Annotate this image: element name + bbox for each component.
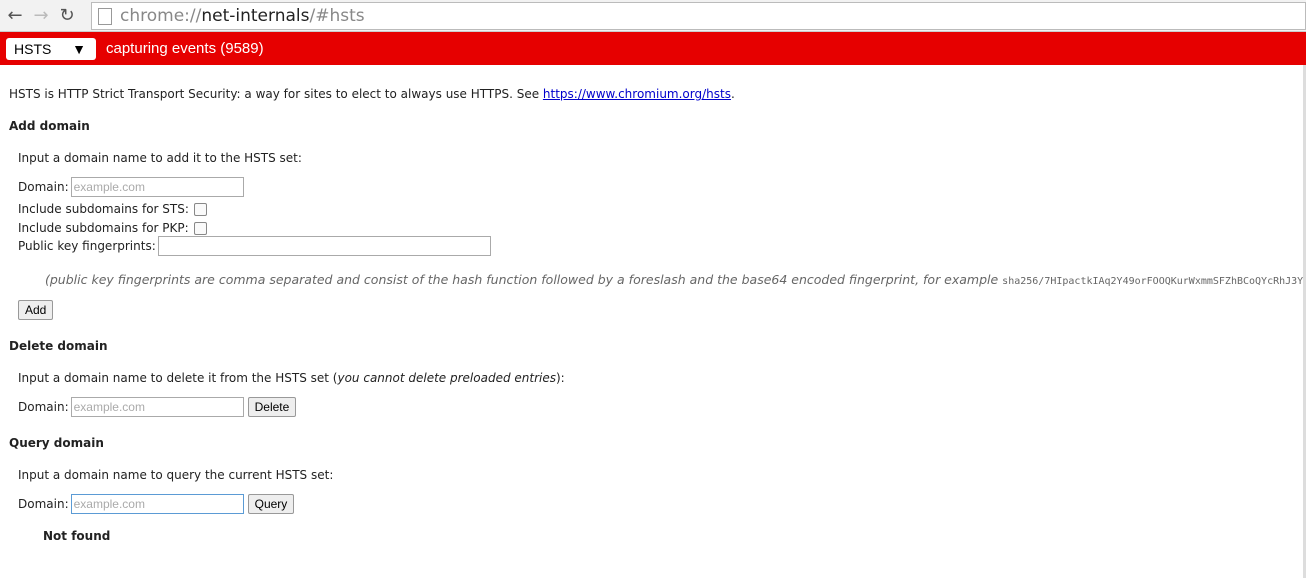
reload-icon[interactable]: ↻ <box>56 5 78 26</box>
hsts-link[interactable]: https://www.chromium.org/hsts <box>543 87 731 101</box>
dropdown-arrow-icon: ▼ <box>72 40 86 57</box>
delete-button[interactable]: Delete <box>247 397 297 417</box>
page-icon <box>98 7 112 25</box>
add-domain-title: Add domain <box>9 119 90 133</box>
query-button[interactable]: Query <box>247 494 295 514</box>
query-result: Not found <box>43 529 111 543</box>
url-prefix: chrome:// <box>120 6 202 26</box>
intro-text: HSTS is HTTP Strict Transport Security: … <box>9 87 543 101</box>
add-desc: Input a domain name to add it to the HST… <box>18 151 302 165</box>
query-domain-input[interactable] <box>70 494 244 514</box>
query-domain-title: Query domain <box>9 436 104 450</box>
sts-row: Include subdomains for STS: <box>18 202 207 216</box>
browser-toolbar: ← → ↻ chrome://net-internals/#hsts <box>0 0 1306 32</box>
forward-arrow-icon[interactable]: → <box>30 5 52 26</box>
capture-status: capturing events (9589) <box>106 40 264 57</box>
address-bar[interactable]: chrome://net-internals/#hsts <box>91 2 1306 30</box>
delete-desc-em: you cannot delete preloaded entries <box>337 371 556 385</box>
delete-desc: Input a domain name to delete it from th… <box>18 371 565 385</box>
url-host: net-internals <box>201 6 310 26</box>
fp-label: Public key fingerprints: <box>18 239 156 253</box>
fingerprint-note: (public key fingerprints are comma separ… <box>45 272 1306 287</box>
add-domain-label: Domain: <box>18 180 69 194</box>
delete-domain-title: Delete domain <box>9 339 108 353</box>
fingerprints-input[interactable] <box>157 236 491 256</box>
sts-checkbox[interactable] <box>193 203 207 216</box>
delete-domain-input[interactable] <box>70 397 244 417</box>
intro: HSTS is HTTP Strict Transport Security: … <box>9 87 735 101</box>
query-desc: Input a domain name to query the current… <box>18 468 334 482</box>
view-select[interactable]: HSTS ▼ <box>6 37 96 60</box>
pkp-label: Include subdomains for PKP: <box>18 221 189 235</box>
query-domain-label: Domain: <box>18 497 69 511</box>
intro-after: . <box>730 87 735 101</box>
note-text: (public key fingerprints are comma separ… <box>45 272 1003 287</box>
query-row: Domain: Query <box>18 494 295 514</box>
note-example: sha256/7HIpactkIAq2Y49orFOOQKurWxmmSFZhB… <box>1002 276 1306 287</box>
delete-domain-label: Domain: <box>18 400 69 414</box>
url-path: /#hsts <box>309 6 365 26</box>
add-button[interactable]: Add <box>18 300 54 320</box>
add-domain-input[interactable] <box>70 177 244 197</box>
status-bar: HSTS ▼ capturing events (9589) <box>0 32 1306 65</box>
delete-desc-end: ): <box>555 371 565 385</box>
sts-label: Include subdomains for STS: <box>18 202 189 216</box>
add-domain-row: Domain: <box>18 177 244 197</box>
view-select-value: HSTS <box>14 40 52 57</box>
fp-row: Public key fingerprints: <box>18 236 491 256</box>
delete-desc-text: Input a domain name to delete it from th… <box>18 371 338 385</box>
pkp-row: Include subdomains for PKP: <box>18 221 207 235</box>
back-arrow-icon[interactable]: ← <box>4 5 26 26</box>
pkp-checkbox[interactable] <box>193 222 207 235</box>
delete-row: Domain: Delete <box>18 397 297 417</box>
